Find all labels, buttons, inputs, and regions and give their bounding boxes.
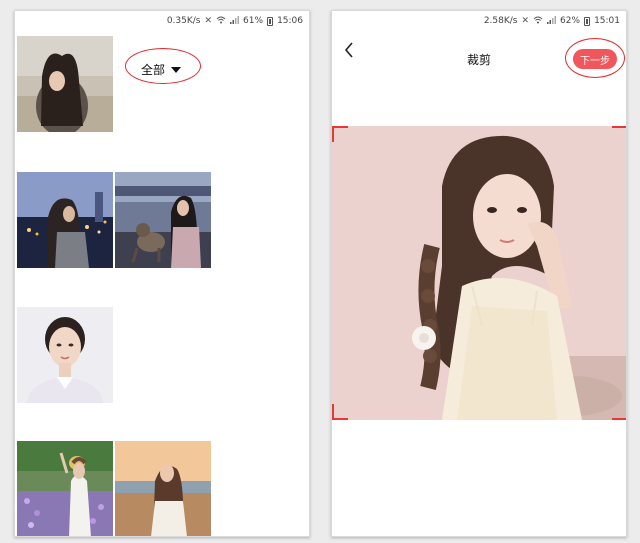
wifi-icon: [216, 16, 226, 27]
screenshot-canvas: 0.35K/s ✕ 61% 15:06 全部 2.58K/s ✕ 62% 15:…: [0, 0, 640, 543]
mute-icon: ✕: [204, 16, 213, 26]
battery-percent: 62%: [560, 16, 581, 26]
battery-percent: 61%: [243, 16, 264, 26]
caret-down-icon: [171, 66, 182, 73]
gallery-screen: 0.35K/s ✕ 61% 15:06 全部: [14, 10, 310, 537]
status-bar: 0.35K/s ✕ 61% 15:06: [15, 11, 309, 31]
clock: 15:06: [277, 16, 303, 26]
photo-thumbnail-3[interactable]: [115, 172, 211, 268]
network-speed: 0.35K/s: [166, 16, 201, 26]
photo-thumbnail-4[interactable]: [17, 307, 113, 403]
clock: 15:01: [594, 16, 620, 26]
crop-area[interactable]: [332, 126, 626, 420]
crop-photo: [332, 126, 626, 420]
battery-icon: [584, 16, 591, 26]
status-bar: 2.58K/s ✕ 62% 15:01: [332, 11, 626, 31]
next-step-button[interactable]: 下一步: [573, 49, 617, 69]
photo-thumbnail-6[interactable]: [115, 441, 211, 536]
signal-icon: [547, 15, 557, 27]
crop-screen: 2.58K/s ✕ 62% 15:01 裁剪 下一步: [331, 10, 627, 537]
battery-icon: [267, 16, 274, 26]
network-speed: 2.58K/s: [483, 16, 518, 26]
photo-thumbnail-1[interactable]: [17, 36, 113, 132]
photo-thumbnail-2[interactable]: [17, 172, 113, 268]
photo-thumbnail-5[interactable]: [17, 441, 113, 536]
album-selector-label: 全部: [141, 63, 166, 77]
wifi-icon: [533, 16, 543, 27]
signal-icon: [230, 15, 240, 27]
album-selector[interactable]: 全部: [141, 61, 182, 78]
mute-icon: ✕: [521, 16, 530, 26]
